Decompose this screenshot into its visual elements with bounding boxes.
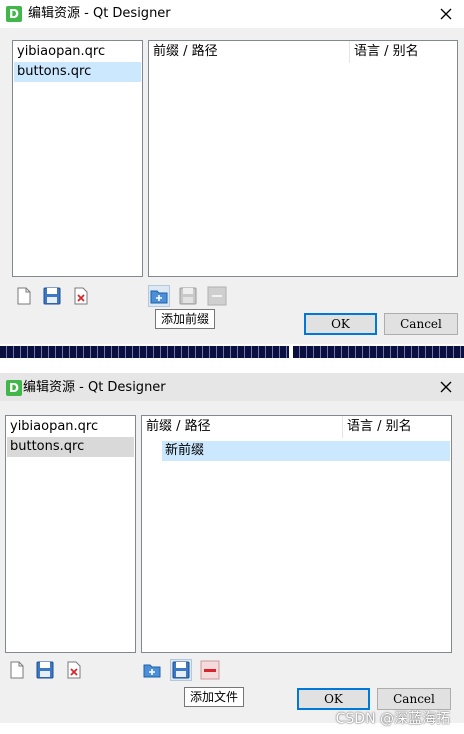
cancel-button[interactable]: Cancel (377, 688, 451, 710)
column-header-prefix-path[interactable]: 前缀 / 路径 (153, 41, 218, 63)
add-file-button[interactable] (170, 659, 192, 681)
column-divider (342, 416, 343, 438)
save-icon (43, 287, 61, 305)
file-item-buttons[interactable]: buttons.qrc (14, 62, 141, 82)
resource-tree[interactable]: 前缀 / 路径 语言 / 别名 新前缀 (141, 415, 452, 653)
file-item-yibiaopan[interactable]: yibiaopan.qrc (7, 417, 134, 437)
remove-file-button[interactable] (70, 285, 92, 307)
add-folder-icon (143, 664, 161, 678)
close-icon (440, 8, 452, 20)
qt-designer-app-icon: D (6, 380, 22, 396)
new-file-icon (10, 661, 24, 679)
save-icon (36, 661, 54, 679)
title-bar: D 编辑资源 - Qt Designer (0, 0, 464, 28)
close-icon (440, 381, 452, 393)
tooltip-add-file: 添加文件 (184, 687, 245, 707)
tooltip-add-prefix: 添加前缀 (155, 309, 216, 329)
delete-file-icon (74, 287, 88, 305)
file-item-yibiaopan[interactable]: yibiaopan.qrc (14, 42, 141, 62)
close-button[interactable] (436, 3, 456, 25)
column-divider (349, 41, 350, 63)
new-file-button[interactable] (6, 659, 28, 681)
window-title: 编辑资源 - Qt Designer (23, 380, 166, 395)
separator-band-left (0, 346, 289, 358)
remove-button[interactable] (206, 285, 228, 307)
new-file-button[interactable] (13, 285, 35, 307)
cancel-button[interactable]: Cancel (384, 313, 458, 335)
resource-file-list[interactable]: yibiaopan.qrc buttons.qrc (12, 40, 143, 277)
add-folder-icon (150, 290, 168, 304)
close-button[interactable] (436, 376, 456, 398)
save-file-button[interactable] (41, 285, 63, 307)
tree-item-new-prefix[interactable]: 新前缀 (162, 441, 450, 461)
remove-button[interactable] (199, 659, 221, 681)
file-item-buttons[interactable]: buttons.qrc (7, 437, 134, 457)
title-bar: D 编辑资源 - Qt Designer (0, 373, 464, 401)
save-file-button[interactable] (34, 659, 56, 681)
separator-band-right (293, 346, 464, 358)
edit-resources-dialog-2: D 编辑资源 - Qt Designer yibiaopan.qrc butto… (0, 373, 464, 723)
new-file-icon (17, 287, 31, 305)
window-title: 编辑资源 - Qt Designer (28, 6, 171, 21)
qt-designer-app-icon: D (6, 6, 22, 22)
resource-tree[interactable]: 前缀 / 路径 语言 / 别名 (148, 40, 458, 277)
ok-button[interactable]: OK (304, 313, 377, 335)
delete-file-icon (67, 661, 81, 679)
column-header-prefix-path[interactable]: 前缀 / 路径 (146, 416, 211, 438)
add-prefix-button[interactable] (141, 659, 163, 681)
add-files-icon-disabled (179, 287, 197, 305)
minus-icon-disabled (207, 286, 227, 306)
remove-file-button[interactable] (63, 659, 85, 681)
ok-button[interactable]: OK (297, 688, 370, 710)
column-header-language-alias[interactable]: 语言 / 别名 (347, 416, 412, 438)
resource-file-list[interactable]: yibiaopan.qrc buttons.qrc (5, 415, 136, 653)
add-file-button[interactable] (177, 285, 199, 307)
column-header-language-alias[interactable]: 语言 / 别名 (354, 41, 419, 63)
add-prefix-button[interactable] (148, 285, 170, 307)
edit-resources-dialog-1: D 编辑资源 - Qt Designer yibiaopan.qrc butto… (0, 0, 464, 344)
add-files-icon (172, 661, 190, 679)
csdn-watermark: CSDN @深蓝海拓 (335, 711, 450, 727)
minus-icon (200, 660, 220, 680)
